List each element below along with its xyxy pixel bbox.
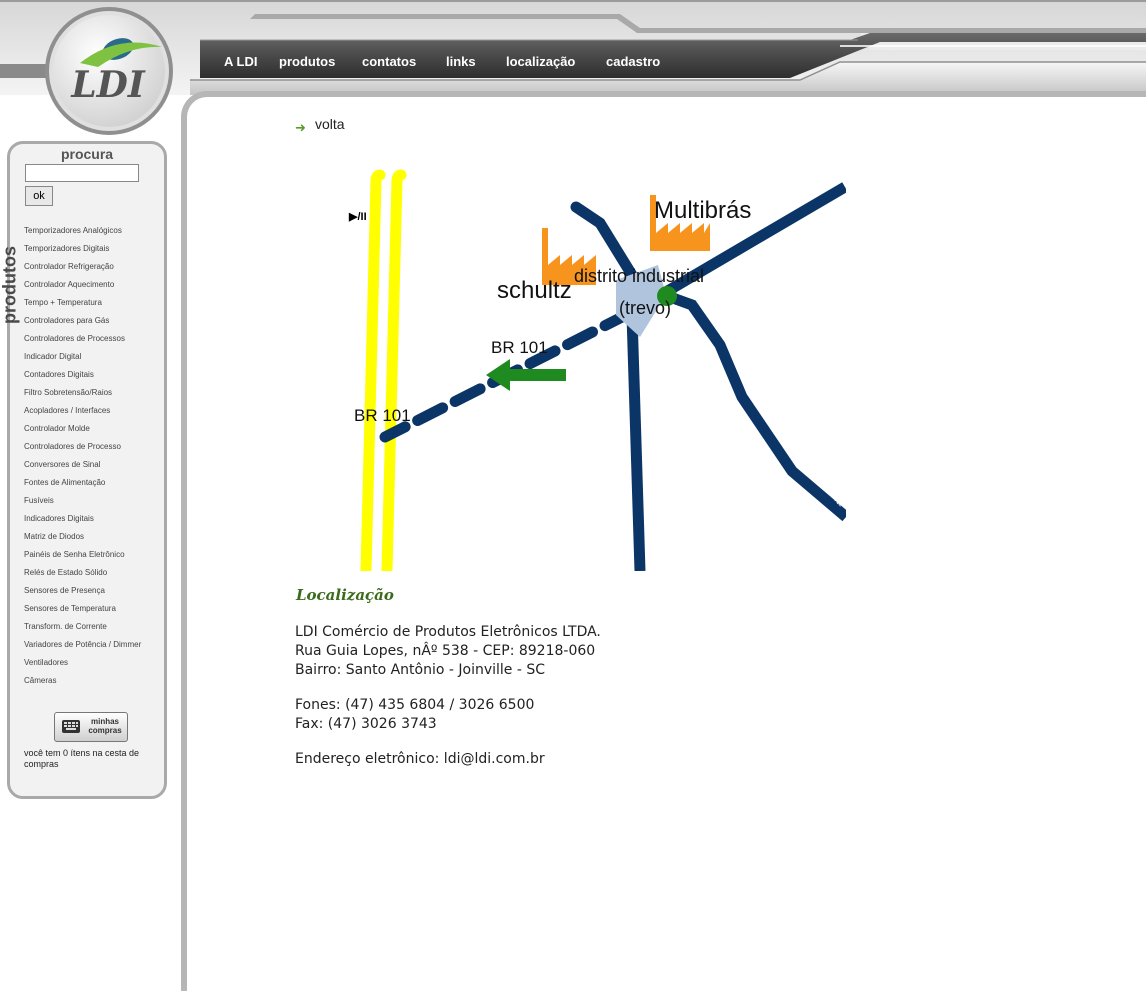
category-link[interactable]: Temporizadores Digitais	[24, 240, 141, 258]
category-link[interactable]: Controladores de Processo	[24, 438, 141, 456]
address-district: Bairro: Santo Antônio - Joinville - SC	[295, 662, 546, 678]
category-link[interactable]: Painéis de Senha Eletrônico	[24, 546, 141, 564]
cart-status-text: você tem 0 ítens na cesta de compras	[24, 748, 140, 769]
address-company: LDI Comércio de Produtos Eletrônicos LTD…	[295, 624, 601, 640]
cart-label-line1: minhas	[90, 717, 119, 726]
location-title: Localização	[296, 586, 394, 604]
category-link[interactable]: Contadores Digitais	[24, 366, 141, 384]
search-input[interactable]	[25, 164, 139, 182]
search-ok-button[interactable]: ok	[25, 186, 53, 206]
location-map: ▶/II Multibrás schultz distrito industri…	[348, 169, 846, 571]
email-address[interactable]: Endereço eletrônico: ldi@ldi.com.br	[295, 749, 545, 769]
back-link[interactable]: volta	[315, 116, 345, 132]
nav-link-a-ldi[interactable]: A LDI	[224, 54, 257, 69]
ldi-logo[interactable]: LDI	[40, 5, 178, 137]
nav-link-produtos[interactable]: produtos	[279, 54, 335, 69]
cart-button[interactable]: minhas compras	[54, 712, 128, 742]
highway-left	[360, 169, 386, 571]
cart-label-line2: compras	[88, 726, 122, 735]
category-link[interactable]: Transform. de Corrente	[24, 618, 141, 636]
category-list: Temporizadores Analógicos Temporizadores…	[24, 222, 141, 690]
category-link[interactable]: Controlador Refrigeração	[24, 258, 141, 276]
map-label-distrito: distrito industrial	[574, 266, 704, 286]
back-arrow-icon[interactable]: ➜	[295, 121, 306, 136]
nav-link-cadastro[interactable]: cadastro	[606, 54, 660, 69]
nav-link-links[interactable]: links	[446, 54, 476, 69]
category-link[interactable]: Controladores de Processos	[24, 330, 141, 348]
address-street: Rua Guia Lopes, nÂº 538 - CEP: 89218-060	[295, 643, 596, 659]
fax: Fax: (47) 3026 3743	[295, 716, 437, 732]
logo-text: LDI	[70, 64, 146, 106]
products-vertical-label: produtos	[0, 239, 20, 331]
keyboard-icon	[62, 720, 80, 733]
nav-link-contatos[interactable]: contatos	[362, 54, 416, 69]
map-label-schultz: schultz	[497, 277, 572, 304]
category-link[interactable]: Sensores de Presença	[24, 582, 141, 600]
category-link[interactable]: Fontes de Alimentação	[24, 474, 141, 492]
map-player-icon: ▶/II	[348, 211, 367, 223]
category-link[interactable]: Sensores de Temperatura	[24, 600, 141, 618]
category-link[interactable]: Indicador Digital	[24, 348, 141, 366]
category-link[interactable]: Temporizadores Analógicos	[24, 222, 141, 240]
map-label-multibras: Multibrás	[654, 197, 751, 224]
category-link[interactable]: Controlador Aquecimento	[24, 276, 141, 294]
map-label-br101-upper: BR 101	[491, 338, 548, 357]
nav-link-localizacao[interactable]: localização	[506, 54, 575, 69]
cart-button-label: minhas compras	[85, 717, 125, 735]
category-link[interactable]: Conversores de Sinal	[24, 456, 141, 474]
sidebar: procura ok produtos Temporizadores Analó…	[0, 141, 167, 799]
category-link[interactable]: Controlador Molde	[24, 420, 141, 438]
category-link[interactable]: Ventiladores	[24, 654, 141, 672]
search-title: procura	[60, 146, 114, 162]
phones: Fones: (47) 435 6804 / 3026 6500	[295, 697, 535, 713]
category-link[interactable]: Câmeras	[24, 672, 141, 690]
category-link[interactable]: Tempo + Temperatura	[24, 294, 141, 312]
map-label-trevo: (trevo)	[619, 298, 671, 318]
category-link[interactable]: Fusíveis	[24, 492, 141, 510]
category-link[interactable]: Controladores para Gás	[24, 312, 141, 330]
category-link[interactable]: Filtro Sobretensão/Raios	[24, 384, 141, 402]
category-link[interactable]: Indicadores Digitais	[24, 510, 141, 528]
category-link[interactable]: Acopladores / Interfaces	[24, 402, 141, 420]
products-label-text: produtos	[0, 246, 20, 324]
category-link[interactable]: Matriz de Diodos	[24, 528, 141, 546]
category-link[interactable]: Variadores de Potência / Dimmer	[24, 636, 141, 654]
road-vertical	[626, 314, 646, 571]
highway-right	[381, 169, 407, 571]
category-link[interactable]: Relés de Estado Sólido	[24, 564, 141, 582]
map-label-br101-lower: BR 101	[354, 406, 411, 425]
